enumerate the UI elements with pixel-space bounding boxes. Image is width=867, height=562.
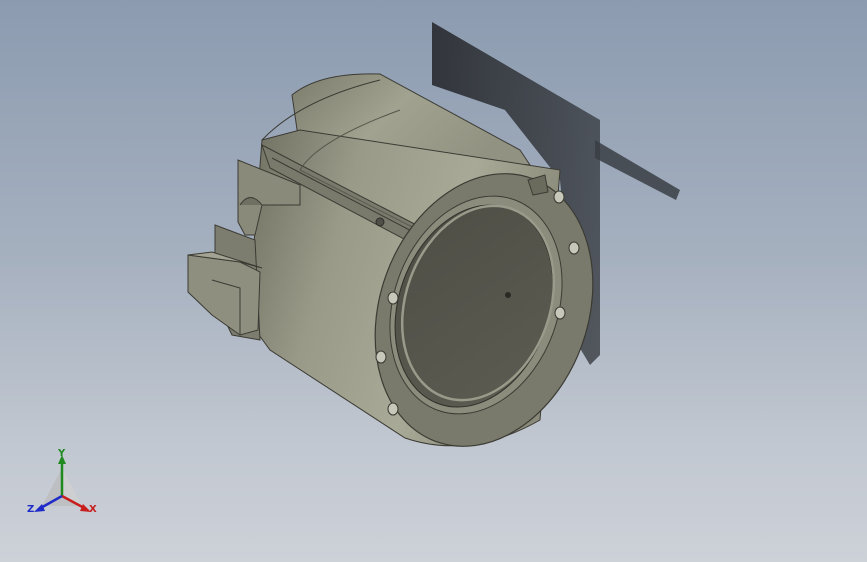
triad-z-label: Z xyxy=(27,504,35,515)
view-orientation-triad[interactable]: Y X Z xyxy=(24,448,104,522)
model-scene[interactable] xyxy=(0,0,867,562)
triad-x-label: X xyxy=(89,504,97,515)
triad-y-label: Y xyxy=(58,448,66,459)
graphics-viewport[interactable]: Y X Z xyxy=(0,0,867,562)
